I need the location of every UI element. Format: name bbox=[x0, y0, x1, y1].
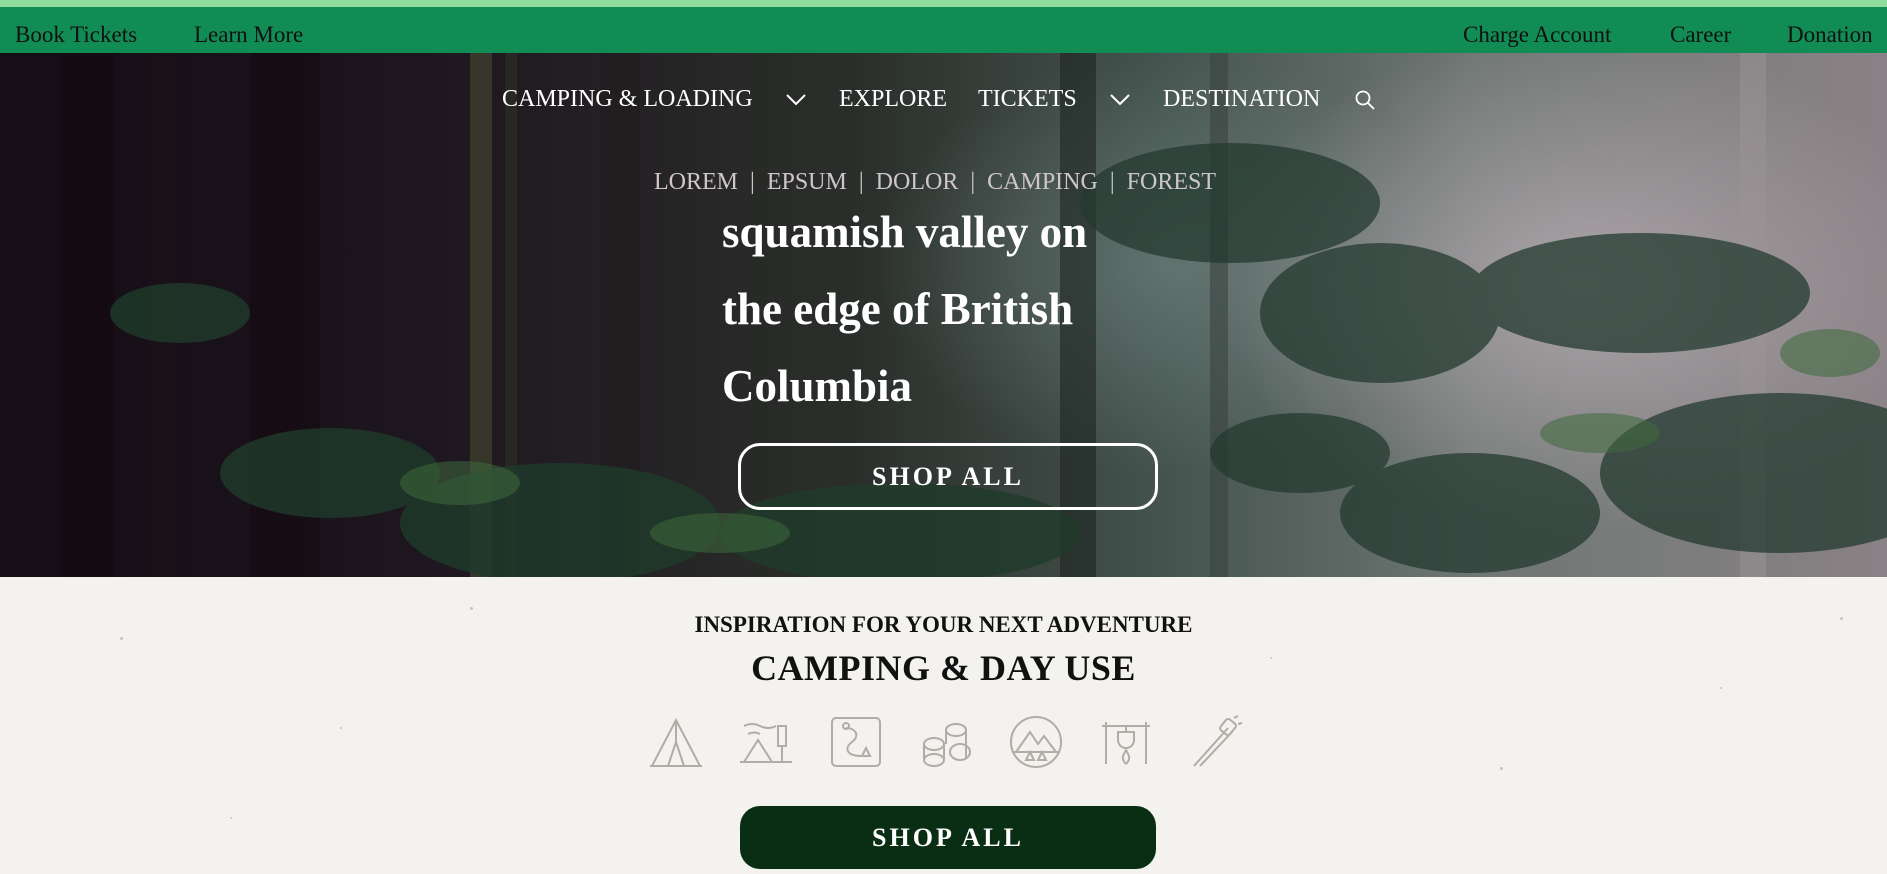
paper-texture-speck bbox=[470, 607, 473, 610]
nav-explore[interactable]: EXPLORE bbox=[839, 86, 947, 113]
search-icon[interactable] bbox=[1354, 89, 1376, 111]
paper-texture-speck bbox=[1500, 767, 1503, 770]
category-forest[interactable]: FOREST bbox=[1127, 169, 1216, 196]
hero-banner: CAMPING & LOADING EXPLORE TICKETS DESTIN… bbox=[0, 53, 1887, 577]
campfire-cooking-icon[interactable] bbox=[1098, 714, 1154, 770]
hero-headline-line-3: Columbia bbox=[722, 361, 913, 411]
category-epsum[interactable]: EPSUM bbox=[767, 169, 847, 196]
tent-icon[interactable] bbox=[648, 714, 704, 770]
separator: | bbox=[750, 169, 755, 195]
hero-headline-line-1: squamish valley on bbox=[722, 207, 1088, 257]
activity-icons-row bbox=[648, 714, 1248, 772]
learn-more-link[interactable]: Learn More bbox=[194, 22, 303, 48]
section-title: CAMPING & DAY USE bbox=[751, 648, 1136, 688]
paper-texture-speck bbox=[340, 727, 342, 729]
category-links: LOREM | EPSUM | DOLOR | CAMPING | FOREST bbox=[654, 169, 1216, 196]
category-camping[interactable]: CAMPING bbox=[987, 169, 1098, 196]
mountain-badge-icon[interactable] bbox=[1008, 714, 1064, 770]
chevron-down-icon[interactable] bbox=[785, 93, 807, 107]
top-utility-bar: Book Tickets Learn More Charge Account C… bbox=[0, 7, 1887, 53]
hero-headline-line-2: the edge of British bbox=[722, 284, 1074, 334]
chevron-down-icon[interactable] bbox=[1109, 93, 1131, 107]
separator: | bbox=[858, 169, 864, 195]
hero-shop-all-button[interactable]: SHOP ALL bbox=[738, 443, 1158, 510]
campsite-icon[interactable] bbox=[738, 714, 794, 770]
section-shop-all-button[interactable]: SHOP ALL bbox=[740, 806, 1156, 869]
section-subtitle: INSPIRATION FOR YOUR NEXT ADVENTURE bbox=[694, 612, 1193, 637]
paper-texture-speck bbox=[230, 817, 232, 819]
category-lorem[interactable]: LOREM bbox=[654, 169, 738, 196]
camping-day-use-section: INSPIRATION FOR YOUR NEXT ADVENTURE CAMP… bbox=[0, 577, 1887, 874]
firewood-icon[interactable] bbox=[918, 714, 974, 770]
top-accent-strip bbox=[0, 0, 1887, 7]
nav-camping-loading[interactable]: CAMPING & LOADING bbox=[502, 86, 753, 113]
nav-destination[interactable]: DESTINATION bbox=[1163, 86, 1320, 113]
marshmallow-roast-icon[interactable] bbox=[1188, 714, 1244, 770]
book-tickets-link[interactable]: Book Tickets bbox=[15, 22, 137, 48]
charge-account-link[interactable]: Charge Account bbox=[1463, 22, 1611, 48]
donation-link[interactable]: Donation bbox=[1787, 22, 1873, 48]
trail-map-icon[interactable] bbox=[828, 714, 884, 770]
separator: | bbox=[1109, 169, 1115, 195]
category-dolor[interactable]: DOLOR bbox=[876, 169, 959, 196]
separator: | bbox=[970, 169, 976, 195]
nav-tickets[interactable]: TICKETS bbox=[978, 86, 1077, 113]
career-link[interactable]: Career bbox=[1670, 22, 1731, 48]
